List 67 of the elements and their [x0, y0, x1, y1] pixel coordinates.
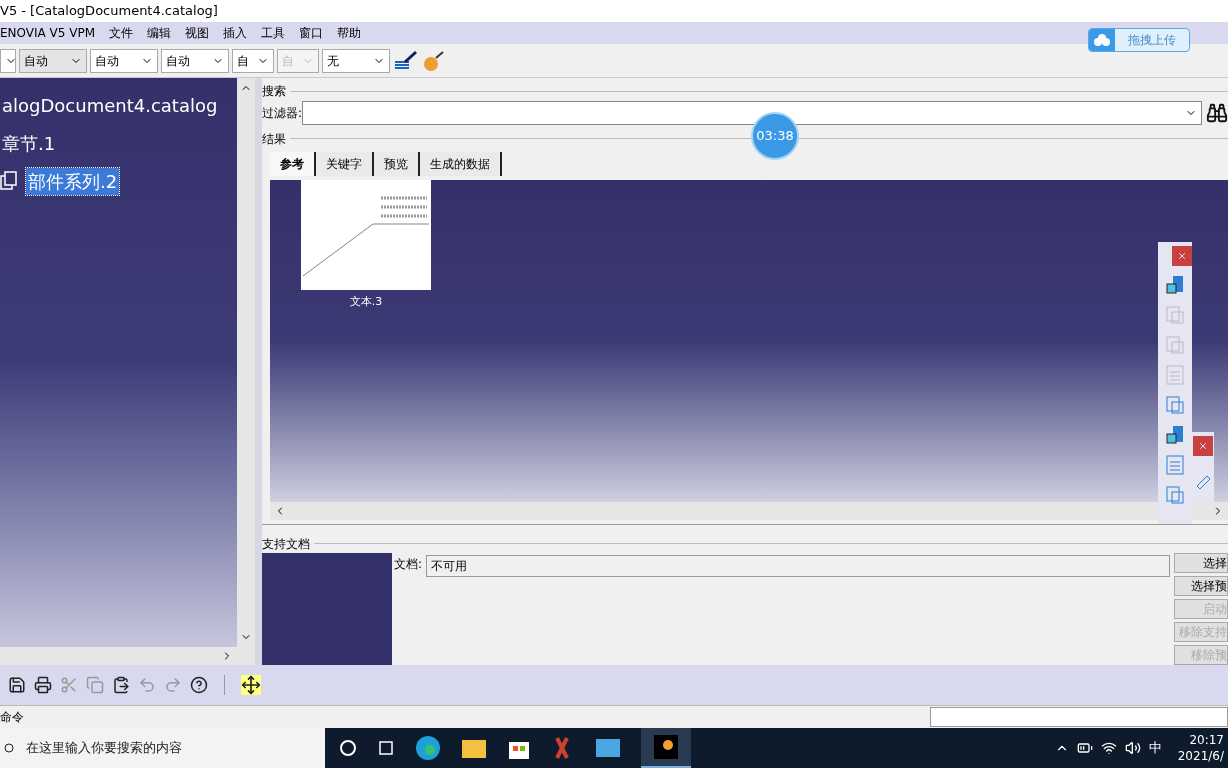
dropdown[interactable]	[0, 48, 16, 73]
close-button[interactable]	[1172, 246, 1192, 266]
filter-field[interactable]	[302, 100, 1202, 125]
brush-icon[interactable]	[393, 49, 419, 72]
search-icon[interactable]	[1206, 101, 1228, 124]
menu-item[interactable]: 编辑	[147, 24, 172, 42]
toolbar-icon[interactable]	[112, 676, 130, 694]
close-button[interactable]	[1193, 436, 1213, 456]
timer-badge: 03:38	[751, 112, 799, 160]
thumbnail-drawing[interactable]	[301, 179, 431, 290]
window-title: V5 - [CatalogDocument4.catalog]	[0, 2, 218, 21]
close-icon	[1177, 251, 1187, 261]
wifi-icon[interactable]	[1100, 740, 1117, 756]
toolbar-icon[interactable]	[8, 676, 26, 694]
part-family-icon	[0, 171, 18, 191]
tool-icon[interactable]	[1164, 424, 1186, 446]
cloud-icon	[1093, 33, 1111, 47]
tree-item[interactable]: alogDocument4.catalog	[0, 91, 220, 119]
menu-item[interactable]: 文件	[109, 24, 134, 42]
toolbar-icon[interactable]	[190, 676, 208, 694]
field-label: 文档:	[394, 556, 423, 573]
dropdown[interactable]: 自动	[19, 48, 87, 73]
menu-item[interactable]: 插入	[223, 24, 248, 42]
scrollbar[interactable]	[0, 647, 255, 665]
section-label: 搜索	[262, 83, 286, 100]
scrollbar[interactable]	[237, 78, 255, 647]
document-field[interactable]: 不可用	[426, 555, 1170, 577]
close-icon	[1198, 441, 1208, 451]
command-field[interactable]	[930, 707, 1228, 727]
dropdown[interactable]: 自动	[161, 48, 229, 73]
menu-item[interactable]: ENOVIA V5 VPM	[0, 24, 96, 42]
status-text: 命令	[0, 709, 24, 726]
section-label: 支持文档	[262, 536, 310, 553]
side-button[interactable]: 选择	[1174, 553, 1228, 573]
menu-item[interactable]: 视图	[185, 24, 210, 42]
section-label: 结果	[262, 130, 286, 148]
tab[interactable]: 关键字	[316, 151, 374, 176]
menu-item[interactable]: 帮助	[337, 24, 362, 42]
clock-date: 2021/6/	[1177, 748, 1224, 764]
search-icon	[4, 743, 14, 753]
scrollbar[interactable]	[270, 502, 1228, 520]
fit-all-icon[interactable]	[241, 675, 261, 695]
field-label: 过滤器:	[262, 104, 303, 122]
tool-icon[interactable]	[1164, 274, 1186, 296]
tab[interactable]: 预览	[374, 151, 420, 176]
app-icon[interactable]	[595, 737, 621, 759]
taskbar-search[interactable]: 在这里输入你要搜索的内容	[0, 728, 325, 768]
toolbar-icon[interactable]	[34, 676, 52, 694]
menu-item[interactable]: 工具	[261, 24, 286, 42]
battery-icon[interactable]	[1076, 740, 1093, 756]
dropdown[interactable]: 无	[322, 48, 390, 73]
tab[interactable]: 参考	[270, 151, 316, 176]
app-icon	[654, 735, 678, 759]
dropdown[interactable]: 自动	[90, 48, 158, 73]
ime-indicator[interactable]: 中	[1148, 738, 1162, 758]
menu-item[interactable]: 窗口	[299, 24, 324, 42]
folder-icon[interactable]	[461, 737, 487, 759]
clock-time: 20:17	[1189, 732, 1224, 748]
item-label: 文本.3	[349, 293, 383, 310]
side-button[interactable]: 选择预	[1174, 576, 1228, 596]
taskbar-app[interactable]	[641, 728, 691, 768]
tab[interactable]: 生成的数据	[420, 151, 502, 176]
dropdown[interactable]: 自	[232, 48, 274, 73]
sphere-icon[interactable]	[422, 49, 446, 72]
volume-icon[interactable]	[1124, 740, 1141, 756]
tree-item[interactable]: 部件系列.2	[26, 167, 120, 195]
tree-item[interactable]: 章节.1	[0, 129, 58, 157]
